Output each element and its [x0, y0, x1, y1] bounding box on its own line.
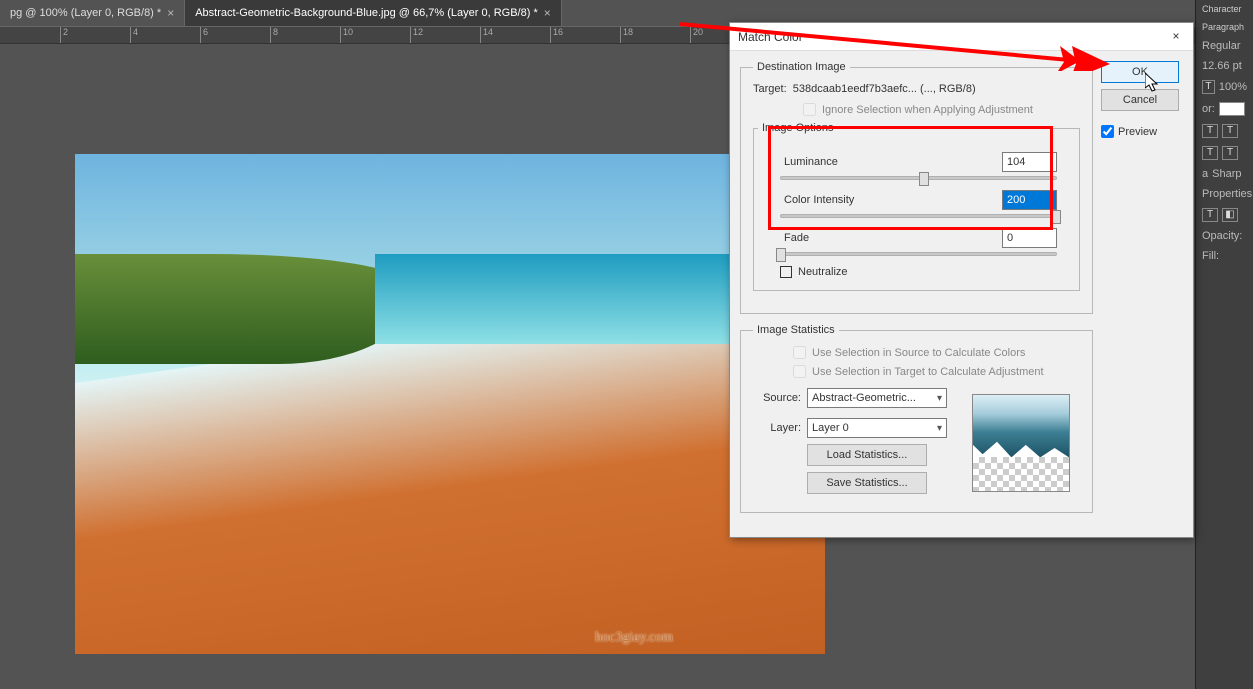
ruler-tick: 8 [270, 27, 278, 43]
destination-legend: Destination Image [753, 61, 850, 73]
ruler-tick: 2 [60, 27, 68, 43]
color-intensity-slider[interactable] [780, 214, 1057, 218]
image-statistics-group: Image Statistics Use Selection in Source… [740, 324, 1093, 513]
save-statistics-button[interactable]: Save Statistics... [807, 472, 927, 494]
text-color-swatch[interactable] [1219, 102, 1245, 116]
document-tab-1[interactable]: pg @ 100% (Layer 0, RGB/8) * × [0, 0, 185, 26]
ruler-tick: 18 [620, 27, 633, 43]
layer-select[interactable]: Layer 0 [807, 418, 947, 438]
use-source-selection-label: Use Selection in Source to Calculate Col… [812, 347, 1025, 359]
image-options-legend: Image Options [758, 122, 838, 134]
canvas-image[interactable]: hoc3giay.com [75, 154, 825, 654]
cancel-button[interactable]: Cancel [1101, 89, 1179, 111]
ruler-tick: 20 [690, 27, 703, 43]
type-icon: T [1202, 80, 1215, 94]
text-icon: T [1202, 208, 1218, 222]
statistics-legend: Image Statistics [753, 324, 839, 336]
ruler-tick: 14 [480, 27, 493, 43]
match-color-dialog: Match Color × Destination Image Target: … [729, 22, 1194, 538]
tab-label: Abstract-Geometric-Background-Blue.jpg @… [195, 7, 538, 19]
right-panel-dock: Character Paragraph Regular 12.66 pt T 10… [1195, 0, 1253, 689]
load-statistics-button[interactable]: Load Statistics... [807, 444, 927, 466]
preview-label: Preview [1118, 126, 1157, 138]
ruler-tick: 16 [550, 27, 563, 43]
dialog-titlebar[interactable]: Match Color × [730, 23, 1193, 51]
watermark-text: hoc3giay.com [595, 630, 673, 646]
tab-paragraph[interactable]: Paragraph [1202, 22, 1244, 32]
use-target-selection-checkbox [793, 365, 806, 378]
source-select[interactable]: Abstract-Geometric... [807, 388, 947, 408]
faux-bold-icon[interactable]: T [1202, 124, 1218, 138]
color-intensity-label: Color Intensity [780, 194, 1002, 206]
destination-image-group: Destination Image Target: 538dcaab1eedf7… [740, 61, 1093, 314]
faux-italic-icon[interactable]: T [1222, 124, 1238, 138]
luminance-label: Luminance [780, 156, 1002, 168]
ruler-tick: 12 [410, 27, 423, 43]
ignore-selection-checkbox [803, 103, 816, 116]
use-target-selection-label: Use Selection in Target to Calculate Adj… [812, 366, 1044, 378]
color-intensity-input[interactable] [1002, 190, 1057, 210]
ruler-tick: 10 [340, 27, 353, 43]
tab-label: pg @ 100% (Layer 0, RGB/8) * [10, 7, 161, 19]
ignore-selection-label: Ignore Selection when Applying Adjustmen… [822, 104, 1033, 116]
allcaps-icon[interactable]: T [1202, 146, 1218, 160]
aa-mode[interactable]: Sharp [1212, 168, 1241, 180]
panel-properties[interactable]: Properties [1202, 188, 1252, 200]
color-label: or: [1202, 103, 1215, 115]
target-value: 538dcaab1eedf7b3aefc... (..., RGB/8) [793, 83, 976, 95]
tab-character[interactable]: Character [1202, 4, 1242, 14]
dialog-title-text: Match Color [738, 30, 803, 44]
preview-checkbox[interactable] [1101, 125, 1114, 138]
fade-input[interactable] [1002, 228, 1057, 248]
close-icon[interactable]: × [544, 6, 551, 20]
luminance-input[interactable] [1002, 152, 1057, 172]
layer-label: Layer: [753, 422, 801, 434]
use-source-selection-checkbox [793, 346, 806, 359]
opacity-label: Opacity: [1202, 230, 1242, 242]
source-label: Source: [753, 392, 801, 404]
font-style[interactable]: Regular [1202, 40, 1241, 52]
fade-label: Fade [780, 232, 1002, 244]
source-thumbnail [972, 394, 1070, 492]
neutralize-checkbox[interactable] [780, 266, 792, 278]
layer-icon: ◧ [1222, 208, 1238, 222]
neutralize-label: Neutralize [798, 266, 848, 278]
document-tab-2[interactable]: Abstract-Geometric-Background-Blue.jpg @… [185, 0, 562, 26]
ok-button[interactable]: OK [1101, 61, 1179, 83]
ruler-tick: 4 [130, 27, 138, 43]
font-size[interactable]: 12.66 pt [1202, 60, 1242, 72]
smallcaps-icon[interactable]: T [1222, 146, 1238, 160]
fill-label: Fill: [1202, 250, 1219, 262]
fade-slider[interactable] [780, 252, 1057, 256]
aa-label: a [1202, 168, 1208, 180]
scale-pct[interactable]: 100% [1219, 81, 1247, 93]
luminance-slider[interactable] [780, 176, 1057, 180]
close-icon[interactable]: × [167, 6, 174, 20]
ruler-tick: 6 [200, 27, 208, 43]
target-label: Target: [753, 83, 787, 95]
close-icon[interactable]: × [1167, 28, 1185, 46]
